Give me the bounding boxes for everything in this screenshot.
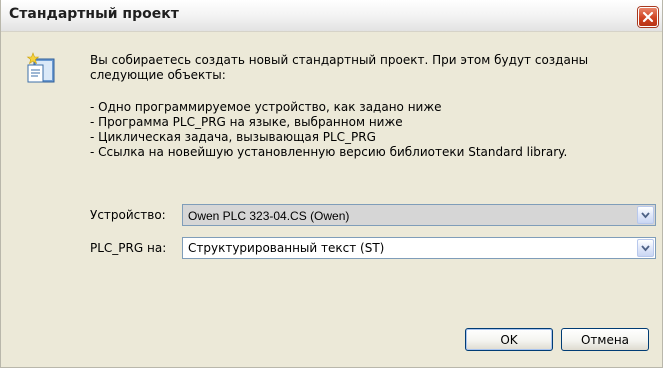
window-title: Стандартный проект (9, 6, 179, 22)
language-value: Структурированный текст (ST) (188, 241, 385, 255)
list-item: - Программа PLC_PRG на языке, выбранном … (90, 115, 403, 129)
close-button[interactable] (638, 7, 658, 27)
chevron-down-icon (641, 212, 650, 219)
chevron-down-icon (641, 245, 650, 252)
standard-project-dialog: Стандартный проект Вы собираетесь создат… (0, 0, 663, 368)
device-value: Owen PLC 323-04.CS (Owen) (188, 209, 350, 223)
intro-text: Вы собираетесь создать новый стандартный… (90, 53, 589, 82)
device-select[interactable]: Owen PLC 323-04.CS (Owen) (182, 204, 656, 226)
list-item: - Одно программируемое устройство, как з… (90, 100, 442, 114)
device-dropdown-button[interactable] (637, 206, 654, 224)
close-icon (642, 11, 654, 23)
ok-button[interactable]: OK (465, 328, 553, 351)
language-select[interactable]: Структурированный текст (ST) (182, 237, 656, 259)
list-item: - Ссылка на новейшую установленную верси… (90, 145, 568, 159)
new-project-icon (26, 52, 55, 83)
language-dropdown-button[interactable] (637, 239, 654, 257)
language-label: PLC_PRG на: (90, 241, 167, 255)
device-label: Устройство: (90, 208, 166, 222)
list-item: - Циклическая задача, вызывающая PLC_PRG (90, 130, 376, 144)
title-bar[interactable]: Стандартный проект (1, 0, 662, 32)
objects-list: - Одно программируемое устройство, как з… (90, 100, 650, 160)
cancel-button[interactable]: Отмена (561, 328, 649, 351)
